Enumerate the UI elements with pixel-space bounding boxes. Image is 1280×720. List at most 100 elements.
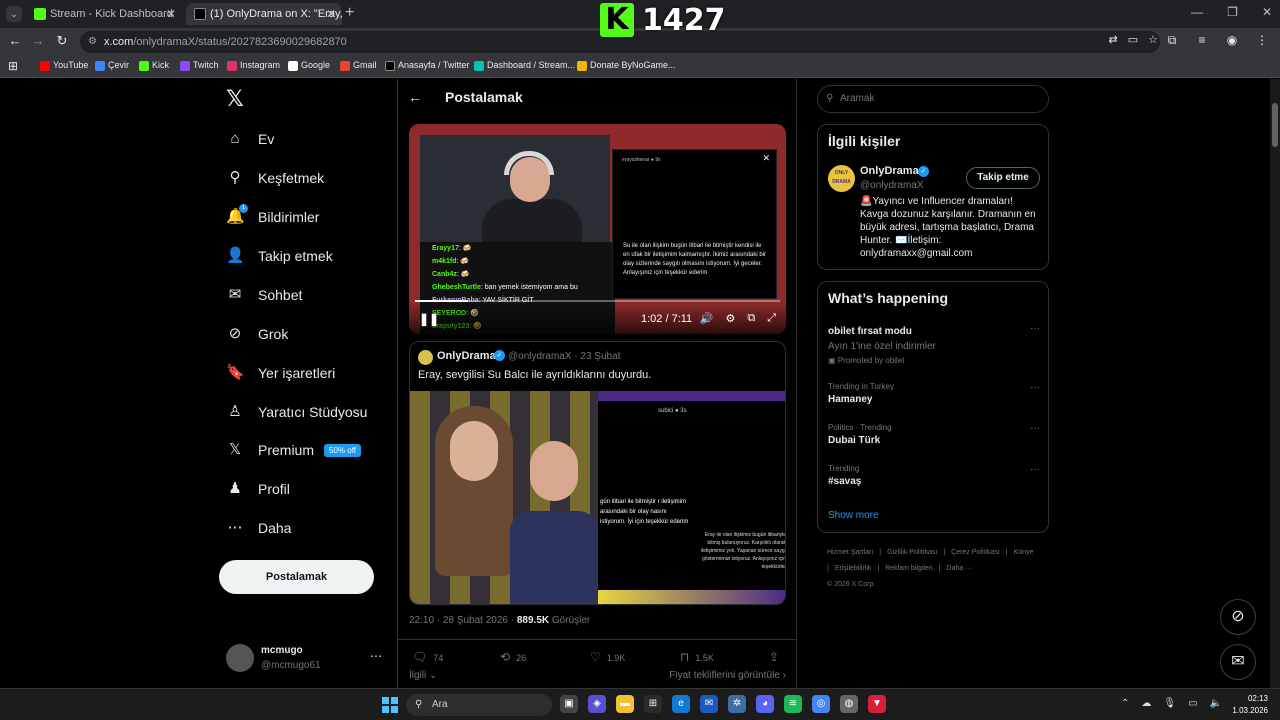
nav-item-11[interactable]: ⋯ Daha <box>226 513 292 543</box>
app-icon[interactable]: ▼ <box>868 695 886 713</box>
mail-app-icon[interactable]: ✉ <box>700 695 718 713</box>
media-control-icon[interactable]: ≡ <box>1194 33 1210 48</box>
close-window-icon[interactable]: ✕ <box>1262 5 1272 19</box>
grok-fab-button[interactable]: ⊘ <box>1220 599 1256 635</box>
extensions-icon[interactable]: ⧉ <box>1164 33 1180 48</box>
forward-icon[interactable]: → <box>29 33 47 48</box>
nav-item-4[interactable]: 👤 Takip etmek <box>226 241 333 271</box>
messages-fab-button[interactable]: ✉ <box>1220 644 1256 680</box>
bookmark-kick[interactable]: Kick <box>139 60 169 71</box>
trend-item[interactable]: obilet fırsat modu Ayın 1'ine özel indir… <box>828 323 1040 365</box>
trend-item[interactable]: Trending in Turkey Hamaney ··· <box>828 382 1040 405</box>
volume-icon[interactable]: 🔊 <box>700 312 714 325</box>
page-scrollbar[interactable] <box>1270 79 1280 688</box>
back-arrow-icon[interactable]: ← <box>408 89 422 105</box>
nav-item-10[interactable]: ♟ Profil <box>226 474 290 504</box>
x-logo-icon[interactable]: 𝕏 <box>226 87 244 112</box>
profile-avatar-icon[interactable]: ◉ <box>1224 33 1240 48</box>
monitor-icon[interactable]: ▭ <box>1188 698 1197 709</box>
bookmark-button[interactable]: ⊓ 1.5K <box>680 650 714 664</box>
translate-icon[interactable]: ⇄ <box>1109 33 1118 46</box>
browser-menu-icon[interactable]: ⋮ <box>1254 33 1270 48</box>
nav-item-9[interactable]: 𝕏 Premium 50% off <box>226 435 361 465</box>
reply-button[interactable]: 🗨 74 <box>412 650 443 664</box>
cast-icon[interactable]: ▭ <box>1128 33 1138 46</box>
tab-kick-dashboard[interactable]: Stream - Kick Dashboard ✕ <box>26 3 182 25</box>
task-view-icon[interactable]: ▣ <box>560 695 578 713</box>
file-explorer-icon[interactable]: ▬ <box>616 695 634 713</box>
widgets-icon[interactable]: ◈ <box>588 695 606 713</box>
bookmark-donate[interactable]: Donate ByNoGame... <box>577 60 676 71</box>
new-tab-button[interactable]: + <box>345 4 354 22</box>
taskbar-search[interactable]: ⚲ Ara <box>406 694 552 716</box>
pip-icon[interactable]: ⧉ <box>747 312 755 325</box>
post-timestamp[interactable]: 22:10 · 28 Şubat 2026 · <box>409 615 517 626</box>
settings-gear-icon[interactable]: ⚙ <box>725 312 735 325</box>
footer-link[interactable]: Reklam bilgileri <box>885 565 932 572</box>
bookmark-youtube[interactable]: YouTube <box>40 60 88 71</box>
video-player[interactable]: Erayy17: 🍻 m4k1fd: 🍻 Canb4z: 🍻 GhebeshTurtl… <box>409 124 786 334</box>
trend-item[interactable]: Politics · Trending Dubai Türk ··· <box>828 423 1040 446</box>
nav-item-7[interactable]: 🔖 Yer işaretleri <box>226 358 335 388</box>
post-button[interactable]: Postalamak <box>219 560 374 594</box>
footer-link[interactable]: Gizlilik Politikası <box>887 549 937 556</box>
bookmark-dashboard-stream[interactable]: Dashboard / Stream... <box>474 60 575 71</box>
unfollow-button[interactable]: Takip etme <box>966 167 1040 189</box>
bookmark-twitch[interactable]: Twitch <box>180 60 219 71</box>
trend-item[interactable]: Trending #savaş ··· <box>828 464 1040 487</box>
nav-item-5[interactable]: ✉ Sohbet <box>226 280 303 310</box>
bookmark-twitter[interactable]: Anasayfa / Twitter <box>385 60 469 71</box>
restore-icon[interactable]: ❐ <box>1227 5 1238 19</box>
close-icon[interactable]: ✕ <box>166 3 176 25</box>
more-icon[interactable]: ⋯ <box>370 649 382 663</box>
footer-link[interactable]: Künye <box>1014 549 1034 556</box>
close-icon[interactable]: ✕ <box>326 3 336 25</box>
taskbar-clock[interactable]: 02:13 1.03.2026 <box>1232 693 1268 717</box>
footer-link[interactable]: Hizmet Şartları <box>827 549 873 556</box>
edge-icon[interactable]: e <box>672 695 690 713</box>
nav-item-2[interactable]: ⚲ Keşfetmek <box>226 163 325 193</box>
footer-link[interactable]: Erişilebilirlik <box>835 565 872 572</box>
footer-link[interactable]: © 2026 X Corp. <box>827 581 875 588</box>
pause-icon[interactable]: ❚❚ <box>419 312 439 326</box>
nav-item-8[interactable]: ♙ Yaratıcı Stüdyosu <box>226 397 367 427</box>
share-button[interactable]: ⇪ <box>769 650 785 664</box>
bookmark-instagram[interactable]: Instagram <box>227 60 280 71</box>
bookmark-star-icon[interactable]: ☆ <box>1148 33 1158 46</box>
repost-button[interactable]: ⟲ 26 <box>500 650 526 664</box>
chrome-icon[interactable]: ◎ <box>812 695 830 713</box>
scrollbar-thumb[interactable] <box>1272 103 1278 147</box>
like-button[interactable]: ♡ 1.9K <box>590 650 625 664</box>
obs-icon[interactable]: ◍ <box>840 695 858 713</box>
spotify-icon[interactable]: ≋ <box>784 695 802 713</box>
windows-start-icon[interactable] <box>382 697 398 713</box>
apps-grid-icon[interactable]: ⊞ <box>8 59 18 73</box>
fullscreen-icon[interactable]: ⤢ <box>767 312 776 325</box>
avatar[interactable]: ONLY DRAMA <box>828 165 855 192</box>
reload-icon[interactable]: ↻ <box>53 33 71 49</box>
more-icon[interactable]: ··· <box>1030 323 1040 334</box>
footer-link[interactable]: Çerez Politikası <box>951 549 1000 556</box>
tab-search-button[interactable]: ⌄ <box>6 6 22 22</box>
search-input[interactable]: ⚲ Aramak <box>817 85 1049 113</box>
app-icon[interactable]: ✲ <box>728 695 746 713</box>
bookmark-google[interactable]: Google <box>288 60 330 71</box>
store-icon[interactable]: ⊞ <box>644 695 662 713</box>
discord-icon[interactable]: ◕ <box>756 695 774 713</box>
account-switcher[interactable]: mcmugo @mcmugo61 ⋯ <box>226 641 386 677</box>
volume-icon[interactable]: 🔈 <box>1210 698 1222 709</box>
minimize-icon[interactable]: — <box>1191 5 1203 19</box>
video-progress-bar[interactable] <box>415 300 780 302</box>
couple-photo[interactable] <box>410 391 598 604</box>
sort-relevant-dropdown[interactable]: İlgili ⌄ <box>409 670 437 681</box>
site-info-icon[interactable]: ⚙ <box>88 31 97 53</box>
quoted-post[interactable]: OnlyDrama ✓ @onlydramaX · 23 Şubat Eray,… <box>409 341 786 605</box>
show-more-link[interactable]: Show more <box>828 510 879 521</box>
chevron-up-icon[interactable]: ⌃ <box>1121 698 1129 709</box>
back-icon[interactable]: ← <box>6 33 24 48</box>
profile-name[interactable]: OnlyDrama <box>860 165 919 177</box>
bookmark-cevir[interactable]: Çevir <box>95 60 129 71</box>
story-screenshots-image[interactable]: subici ● 3s gün itibari ile bitmiştir r … <box>598 391 785 604</box>
view-offers-link[interactable]: Fiyat tekliflerini görüntüle › <box>669 670 786 681</box>
tab-onlydrama-post[interactable]: (1) OnlyDrama on X: "Eray, S ✕ <box>186 3 342 25</box>
